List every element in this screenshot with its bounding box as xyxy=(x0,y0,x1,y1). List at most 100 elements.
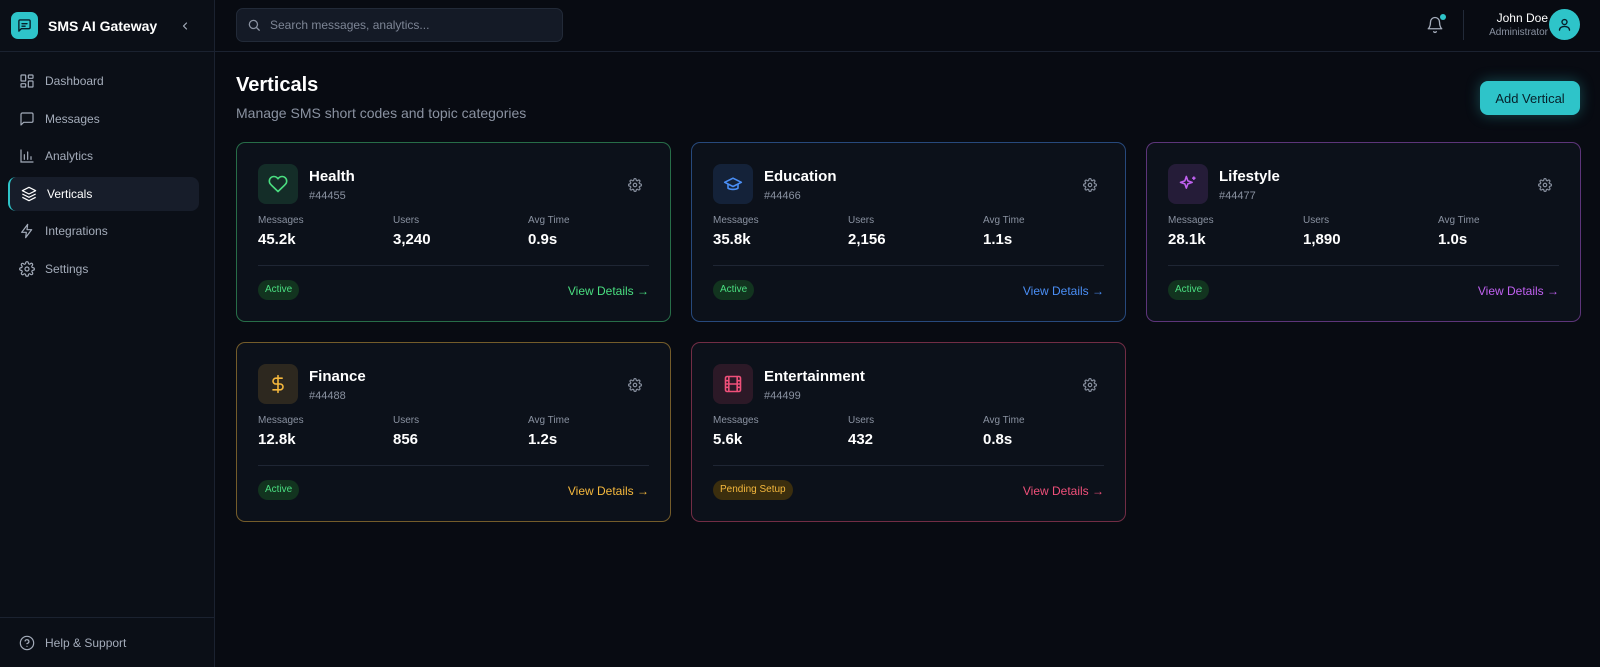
stat-label: Messages xyxy=(713,415,759,426)
help-label: Help & Support xyxy=(45,635,127,650)
view-details-link[interactable]: View Details → xyxy=(1023,284,1104,298)
app-name: SMS AI Gateway xyxy=(48,17,158,34)
stat-label: Avg Time xyxy=(983,215,1025,226)
stat-value: 0.9s xyxy=(528,231,558,248)
stat-users: Users 432 xyxy=(848,415,874,448)
sparkles-icon xyxy=(1178,174,1198,194)
vertical-name: Education xyxy=(764,168,837,185)
view-details-link[interactable]: View Details → xyxy=(568,284,649,298)
collapse-sidebar-button[interactable] xyxy=(176,17,194,35)
vertical-name: Health xyxy=(309,168,355,185)
header-divider xyxy=(1463,10,1464,40)
stat-label: Users xyxy=(393,415,420,426)
search-icon xyxy=(248,19,260,31)
dashboard-icon xyxy=(18,72,36,90)
stat-users: Users 856 xyxy=(393,415,419,448)
vertical-settings-button[interactable] xyxy=(628,378,642,392)
stat-messages: Messages 5.6k xyxy=(713,415,759,448)
vertical-settings-button[interactable] xyxy=(1538,178,1552,192)
sidebar-item-label: Messages xyxy=(45,111,100,126)
vertical-settings-button[interactable] xyxy=(1083,378,1097,392)
stat-avg-time: Avg Time 1.1s xyxy=(983,215,1025,248)
help-circle-icon xyxy=(18,634,36,652)
vertical-icon-box xyxy=(258,364,298,404)
card-divider xyxy=(713,465,1104,466)
top-header: John Doe Administrator xyxy=(215,0,1600,52)
stat-label: Avg Time xyxy=(983,415,1025,426)
status-badge: Pending Setup xyxy=(713,480,793,500)
avatar[interactable] xyxy=(1549,9,1580,40)
brand: SMS AI Gateway xyxy=(0,0,214,52)
stat-value: 856 xyxy=(393,431,419,448)
gear-icon xyxy=(1538,178,1552,192)
vertical-icon-box xyxy=(713,164,753,204)
vertical-settings-button[interactable] xyxy=(1083,178,1097,192)
card-divider xyxy=(713,265,1104,266)
search-bar[interactable] xyxy=(236,8,563,42)
search-input[interactable] xyxy=(270,18,550,32)
vertical-card-education: Education #44466 Messages 35.8k Users 2,… xyxy=(691,142,1126,322)
stat-value: 1.1s xyxy=(983,231,1013,248)
notification-dot xyxy=(1440,14,1446,20)
sidebar-item-analytics[interactable]: Analytics xyxy=(8,139,199,173)
vertical-name: Entertainment xyxy=(764,368,865,385)
vertical-name: Lifestyle xyxy=(1219,168,1280,185)
stat-value: 12.8k xyxy=(258,431,296,448)
status-badge: Active xyxy=(713,280,755,300)
graduation-cap-icon xyxy=(723,174,743,194)
chevron-left-icon xyxy=(182,22,188,30)
heart-icon xyxy=(268,174,288,194)
film-icon xyxy=(723,374,743,394)
sidebar-item-integrations[interactable]: Integrations xyxy=(8,214,199,248)
help-support-link[interactable]: Help & Support xyxy=(0,617,215,667)
stat-label: Users xyxy=(848,215,875,226)
stat-label: Users xyxy=(848,415,875,426)
vertical-name: Finance xyxy=(309,368,366,385)
view-details-link[interactable]: View Details → xyxy=(1478,284,1559,298)
vertical-settings-button[interactable] xyxy=(628,178,642,192)
status-badge: Active xyxy=(258,280,300,300)
stat-value: 2,156 xyxy=(848,231,886,248)
vertical-icon-box xyxy=(1168,164,1208,204)
short-code: #44477 xyxy=(1219,190,1256,202)
vertical-icon-box xyxy=(258,164,298,204)
sidebar-item-settings[interactable]: Settings xyxy=(8,252,199,286)
user-icon xyxy=(1558,18,1571,31)
sidebar: SMS AI Gateway Dashboard Messages Analyt… xyxy=(0,0,215,667)
add-vertical-button[interactable]: Add Vertical xyxy=(1480,81,1580,115)
page-title: Verticals xyxy=(236,74,319,96)
notifications-button[interactable] xyxy=(1426,14,1446,34)
stat-label: Avg Time xyxy=(528,215,570,226)
vertical-icon-box xyxy=(713,364,753,404)
sidebar-item-label: Integrations xyxy=(45,224,108,238)
stat-users: Users 2,156 xyxy=(848,215,886,248)
stat-label: Users xyxy=(393,215,420,226)
stat-label: Messages xyxy=(713,215,759,226)
sidebar-item-dashboard[interactable]: Dashboard xyxy=(8,64,199,98)
view-details-link[interactable]: View Details → xyxy=(1023,484,1104,498)
user-name: John Doe xyxy=(1496,11,1548,25)
gear-icon xyxy=(1083,178,1097,192)
sidebar-item-verticals[interactable]: Verticals xyxy=(8,176,199,211)
status-badge: Active xyxy=(1168,280,1210,300)
stat-label: Messages xyxy=(258,215,304,226)
card-divider xyxy=(258,465,649,466)
vertical-card-entertainment: Entertainment #44499 Messages 5.6k Users… xyxy=(691,342,1126,522)
view-details-link[interactable]: View Details → xyxy=(568,484,649,498)
stat-avg-time: Avg Time 1.2s xyxy=(528,415,570,448)
status-badge: Active xyxy=(258,480,300,500)
stat-value: 1,890 xyxy=(1303,231,1341,248)
stat-avg-time: Avg Time 1.0s xyxy=(1438,215,1480,248)
gear-icon xyxy=(628,178,642,192)
stat-value: 28.1k xyxy=(1168,231,1206,248)
sidebar-item-label: Verticals xyxy=(47,186,93,201)
short-code: #44488 xyxy=(309,390,346,402)
stat-value: 1.0s xyxy=(1438,231,1468,248)
stat-value: 432 xyxy=(848,431,874,448)
card-divider xyxy=(1168,265,1559,266)
stat-users: Users 1,890 xyxy=(1303,215,1341,248)
stat-label: Messages xyxy=(258,415,304,426)
bolt-icon xyxy=(18,222,36,240)
stat-avg-time: Avg Time 0.9s xyxy=(528,215,570,248)
sidebar-item-messages[interactable]: Messages xyxy=(8,102,199,136)
